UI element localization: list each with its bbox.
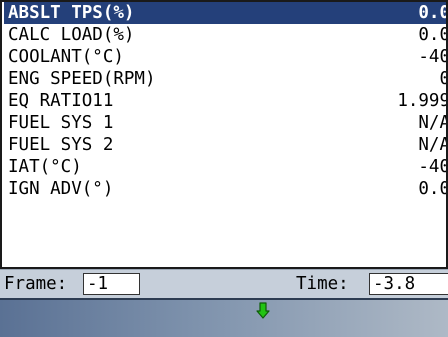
pid-row-coolant[interactable]: COOLANT(°C) -40 bbox=[4, 46, 448, 68]
pid-row-abslt-tps[interactable]: ABSLT TPS(%) 0.0 bbox=[4, 2, 448, 24]
pid-row-fuel-sys-2[interactable]: FUEL SYS 2 N/A bbox=[4, 134, 448, 156]
pid-value: 0.0 bbox=[418, 25, 448, 45]
pid-name: ABSLT TPS(%) bbox=[8, 3, 135, 23]
pid-name: IGN ADV(°) bbox=[8, 179, 114, 199]
pid-list[interactable]: ABSLT TPS(%) 0.0 CALC LOAD(%) 0.0 COOLAN… bbox=[0, 0, 448, 269]
pid-value: -40 bbox=[418, 47, 448, 67]
pid-name: ENG SPEED(RPM) bbox=[8, 69, 156, 89]
pid-value: 1.999 bbox=[397, 91, 448, 111]
pid-name: CALC LOAD(%) bbox=[8, 25, 135, 45]
pid-name: EQ RATIO11 bbox=[8, 91, 114, 111]
pid-value: 0.0 bbox=[418, 3, 448, 23]
frame-time-bar: Frame: -1 Time: -3.8 bbox=[0, 269, 448, 298]
pid-name: FUEL SYS 2 bbox=[8, 135, 114, 155]
pid-row-calc-load[interactable]: CALC LOAD(%) 0.0 bbox=[4, 24, 448, 46]
pid-name: COOLANT(°C) bbox=[8, 47, 124, 67]
live-data-screen: ABSLT TPS(%) 0.0 CALC LOAD(%) 0.0 COOLAN… bbox=[0, 0, 448, 337]
time-field[interactable]: -3.8 bbox=[369, 273, 448, 295]
frame-field[interactable]: -1 bbox=[83, 273, 140, 295]
pid-value: 0 bbox=[439, 68, 446, 90]
pid-value: N/A bbox=[418, 135, 448, 155]
arrow-down-icon bbox=[256, 302, 270, 319]
pid-row-ign-adv[interactable]: IGN ADV(°) 0.0 bbox=[4, 178, 448, 200]
frame-label: Frame: bbox=[4, 274, 68, 294]
pid-name: FUEL SYS 1 bbox=[8, 113, 114, 133]
pid-value: -40 bbox=[418, 157, 448, 177]
pid-name: IAT(°C) bbox=[8, 157, 82, 177]
pid-value: N/A bbox=[418, 113, 448, 133]
pid-row-fuel-sys-1[interactable]: FUEL SYS 1 N/A bbox=[4, 112, 448, 134]
pid-value: 0.0 bbox=[418, 179, 448, 199]
pid-row-eq-ratio[interactable]: EQ RATIO11 1.999 bbox=[4, 90, 448, 112]
pid-row-eng-speed[interactable]: ENG SPEED(RPM) 0 bbox=[4, 68, 446, 90]
scroll-down-button[interactable] bbox=[252, 300, 274, 322]
time-label: Time: bbox=[296, 274, 349, 294]
footer-bar bbox=[0, 298, 448, 337]
pid-row-iat[interactable]: IAT(°C) -40 bbox=[4, 156, 448, 178]
